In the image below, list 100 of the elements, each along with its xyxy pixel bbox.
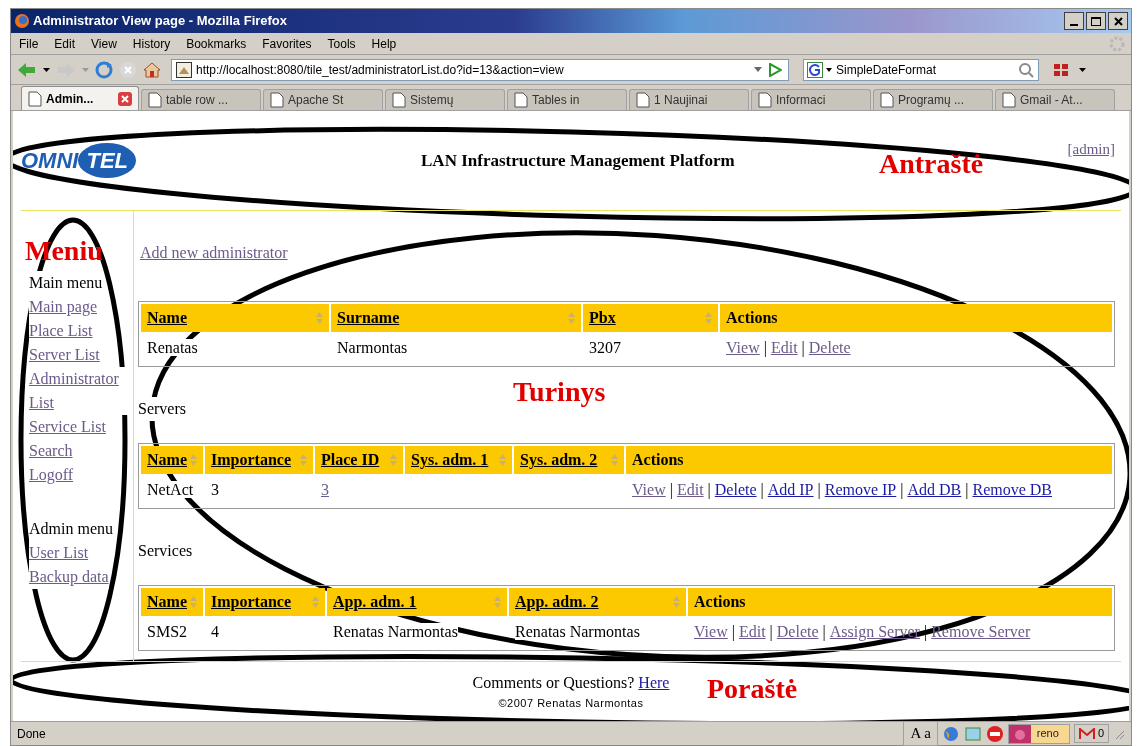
menu-item[interactable]: View [83, 34, 125, 53]
menu-item[interactable]: File [11, 34, 47, 53]
tab[interactable]: Gmail - At... [995, 89, 1115, 110]
column-header[interactable]: Place ID [315, 446, 403, 474]
table-cell: Renatas Narmontas [333, 623, 458, 640]
action-link[interactable]: Remove IP [824, 481, 897, 498]
sort-icon[interactable] [494, 596, 501, 608]
search-field[interactable]: SimpleDateFormat [803, 58, 1039, 81]
menu-item[interactable]: Bookmarks [178, 34, 255, 53]
sort-icon[interactable] [611, 454, 618, 466]
mail-indicator[interactable]: 0 [1073, 724, 1109, 743]
action-link[interactable]: Assign Server [829, 623, 920, 640]
address-text: http://localhost:8080/tile_test/administratorList.do?id=13&action=view [196, 61, 564, 79]
column-header[interactable]: Pbx [583, 304, 718, 332]
home-icon[interactable] [143, 60, 161, 79]
tab[interactable]: Admin... [21, 86, 139, 110]
annotation-label: Antraštė [879, 150, 984, 178]
search-icon[interactable] [1018, 61, 1034, 78]
tab[interactable]: Sistemų [385, 89, 505, 110]
minimize-button[interactable] [1064, 12, 1084, 30]
menu-item[interactable]: Edit [46, 34, 84, 53]
action-link[interactable]: Edit [738, 623, 766, 640]
sidebar-link[interactable]: Backup data [29, 565, 109, 589]
back-icon[interactable] [17, 61, 37, 78]
action-link[interactable]: View [694, 623, 728, 640]
action-link[interactable]: Add IP [767, 481, 814, 498]
extension-icon[interactable] [1053, 62, 1069, 77]
add-link[interactable]: Add new administrator [140, 241, 288, 265]
sort-icon[interactable] [300, 454, 307, 466]
column-header[interactable]: Importance [205, 588, 325, 616]
font-button[interactable]: A a [903, 721, 938, 746]
menu-item[interactable]: Help [363, 34, 405, 53]
sort-icon[interactable] [316, 312, 323, 324]
sidebar-link[interactable]: Main page [29, 295, 97, 319]
action-link[interactable]: Remove DB [972, 481, 1052, 498]
column-header[interactable]: Sys. adm. 2 [514, 446, 624, 474]
firefox-icon [14, 13, 30, 29]
tab[interactable]: Apache St [263, 89, 383, 110]
column-header[interactable]: App. adm. 1 [327, 588, 507, 616]
status-text: Done [17, 725, 46, 743]
action-link[interactable]: Delete [714, 481, 757, 498]
dropdown-icon[interactable] [1079, 67, 1086, 72]
dropdown-icon[interactable] [43, 67, 50, 72]
separator: | [731, 623, 735, 640]
action-link[interactable]: Add DB [907, 481, 962, 498]
menu-item[interactable]: History [124, 34, 179, 53]
column-header[interactable]: App. adm. 2 [509, 588, 686, 616]
sort-icon[interactable] [705, 312, 712, 324]
page-icon [880, 92, 894, 108]
stop-icon[interactable] [119, 60, 137, 79]
action-link[interactable]: Remove Server [931, 623, 1031, 640]
tab[interactable]: 1 Naujinai [629, 89, 749, 110]
action-link[interactable]: Delete [808, 339, 851, 356]
footer-link[interactable]: Here [638, 674, 670, 692]
column-header[interactable]: Name [141, 446, 203, 474]
sidebar-link[interactable]: Place List [29, 319, 93, 343]
column-header[interactable]: Surname [331, 304, 581, 332]
close-button[interactable] [1108, 12, 1128, 30]
sort-icon[interactable] [673, 596, 680, 608]
window-title: Administrator View page - Mozilla Firefox [33, 12, 288, 31]
tab[interactable]: Informaci [751, 89, 871, 110]
sort-icon[interactable] [499, 454, 506, 466]
sort-icon[interactable] [190, 454, 197, 466]
mail-icon [1078, 727, 1095, 740]
action-link[interactable]: Edit [770, 339, 798, 356]
address-bar[interactable]: http://localhost:8080/tile_test/administratorList.do?id=13&action=view [171, 58, 789, 81]
tab[interactable]: table row ... [141, 89, 261, 110]
tab[interactable]: Programų ... [873, 89, 993, 110]
menu-item[interactable]: Favorites [254, 34, 320, 53]
status-badge[interactable]: reno [1007, 723, 1070, 744]
column-header[interactable]: Name [141, 304, 329, 332]
action-link[interactable]: View [726, 339, 760, 356]
menu-item[interactable]: Tools [319, 34, 364, 53]
maximize-button[interactable] [1086, 12, 1106, 30]
sort-icon[interactable] [568, 312, 575, 324]
action-link[interactable]: Edit [676, 481, 704, 498]
column-header[interactable]: Name [141, 588, 203, 616]
action-link[interactable]: View [632, 481, 666, 498]
search-engine-icon[interactable] [807, 61, 823, 78]
close-tab-icon[interactable] [118, 91, 132, 106]
sort-icon[interactable] [390, 454, 397, 466]
action-link[interactable]: Delete [776, 623, 819, 640]
sort-icon[interactable] [190, 596, 197, 608]
column-header[interactable]: Sys. adm. 1 [405, 446, 512, 474]
column-header[interactable]: Importance [205, 446, 313, 474]
column-header: Actions [626, 446, 1112, 474]
search-text: SimpleDateFormat [836, 61, 937, 79]
annotation-label: Poraštė [707, 675, 798, 703]
globe-icon[interactable] [941, 724, 960, 743]
column-header: Actions [720, 304, 1112, 332]
table-link[interactable]: 3 [321, 481, 329, 498]
dropdown-icon[interactable] [826, 67, 832, 72]
sort-icon[interactable] [312, 596, 319, 608]
stop-sign-icon[interactable] [985, 724, 1004, 743]
tab[interactable]: Tables in [507, 89, 627, 110]
minimize-icon [1070, 24, 1078, 26]
reload-icon[interactable] [95, 60, 113, 79]
sidebar-link[interactable]: User List [29, 541, 89, 565]
go-icon[interactable] [768, 62, 782, 77]
user-link[interactable]: [admin] [1067, 138, 1115, 161]
